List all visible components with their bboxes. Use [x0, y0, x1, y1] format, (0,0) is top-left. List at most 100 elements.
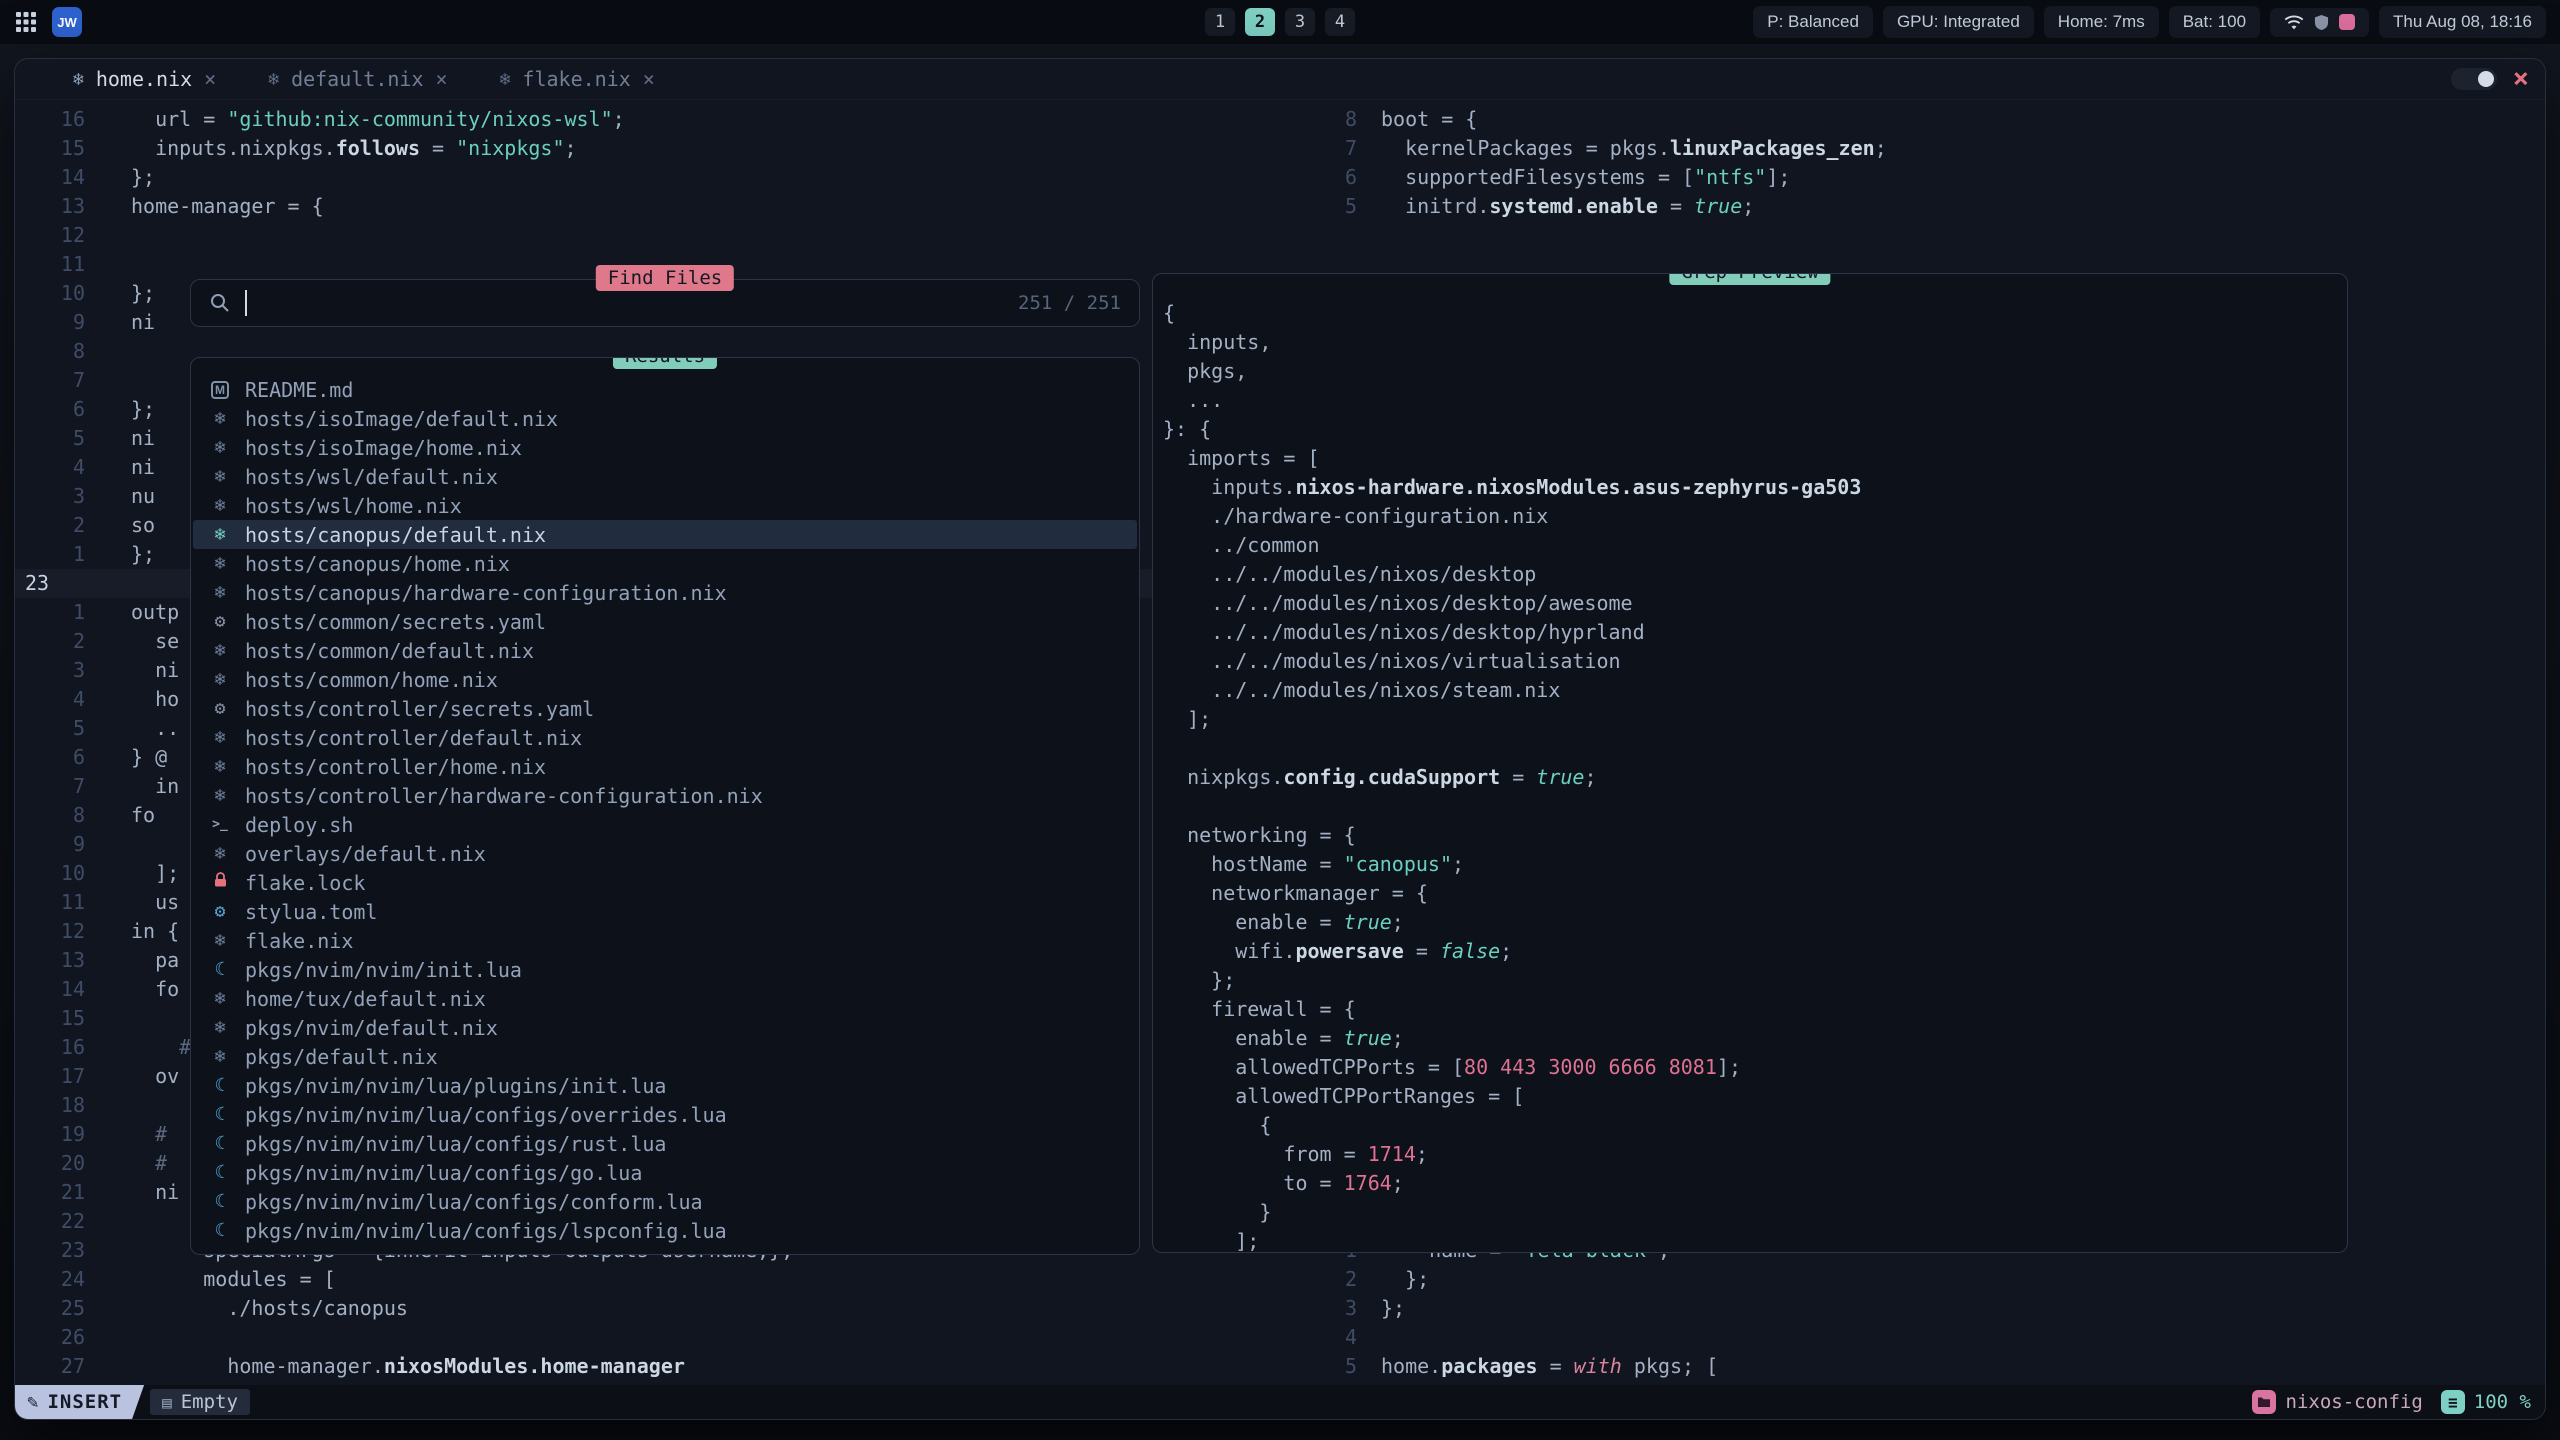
line-number: 16: [15, 105, 85, 134]
tab-home.nix[interactable]: ❄home.nix×: [73, 67, 216, 91]
file-result-row[interactable]: flake.lock: [193, 868, 1137, 897]
line-number: 7: [15, 366, 85, 395]
code-line: 8boot = {: [1315, 105, 2545, 134]
clock[interactable]: Thu Aug 08, 18:16: [2379, 6, 2546, 38]
file-name: overlays/default.nix: [245, 842, 486, 866]
file-result-row[interactable]: MREADME.md: [193, 375, 1137, 404]
lua-icon: ☾: [207, 1187, 233, 1216]
preview-line: inputs.nixos-hardware.nixosModules.asus-…: [1163, 473, 2347, 502]
file-result-row[interactable]: ❄pkgs/default.nix: [193, 1042, 1137, 1071]
line-number: 7: [15, 772, 85, 801]
line-number: 1: [15, 598, 85, 627]
code-line: 25 ./hosts/canopus: [15, 1294, 1315, 1323]
preview-line: from = 1714;: [1163, 1140, 2347, 1169]
line-number: 22: [15, 1207, 85, 1236]
workspace-2[interactable]: 2: [1245, 8, 1275, 36]
file-result-row[interactable]: ❄hosts/controller/default.nix: [193, 723, 1137, 752]
file-result-row[interactable]: ❄hosts/controller/hardware-configuration…: [193, 781, 1137, 810]
tab-flake.nix[interactable]: ❄flake.nix×: [500, 67, 655, 91]
file-result-row[interactable]: ⚙stylua.toml: [193, 897, 1137, 926]
logo-badge[interactable]: JW: [52, 7, 82, 37]
workspace-3[interactable]: 3: [1285, 8, 1315, 36]
line-number: 5: [15, 424, 85, 453]
file-result-row[interactable]: ❄flake.nix: [193, 926, 1137, 955]
preview-line: firewall = {: [1163, 995, 2347, 1024]
transparency-toggle[interactable]: [2451, 68, 2497, 90]
file-name: pkgs/nvim/nvim/lua/configs/overrides.lua: [245, 1103, 727, 1127]
lines-icon: ≡: [2441, 1390, 2465, 1414]
shield-icon: [2314, 14, 2329, 31]
preview-line: ../../modules/nixos/desktop/hyprland: [1163, 618, 2347, 647]
file-result-row[interactable]: ☾pkgs/nvim/nvim/lua/configs/overrides.lu…: [193, 1100, 1137, 1129]
line-number: 4: [15, 685, 85, 714]
apps-grid-icon[interactable]: [14, 10, 38, 34]
line-number: 6: [1315, 163, 1357, 192]
nix-icon: ❄: [207, 1013, 233, 1042]
find-files-prompt[interactable]: Find Files 251 / 251: [190, 279, 1140, 327]
nix-icon: ❄: [207, 1042, 233, 1071]
workspace-4[interactable]: 4: [1325, 8, 1355, 36]
file-result-row[interactable]: ❄hosts/isoImage/default.nix: [193, 404, 1137, 433]
file-result-row[interactable]: ⚙hosts/common/secrets.yaml: [193, 607, 1137, 636]
tray-icons-chip: [2270, 8, 2369, 37]
file-result-row[interactable]: ❄ hosts/canopus/default.nix: [193, 520, 1137, 549]
file-result-row[interactable]: ❄hosts/controller/home.nix: [193, 752, 1137, 781]
line-number: 24: [15, 1265, 85, 1294]
preview-line: ...: [1163, 386, 2347, 415]
preview-line: [1163, 734, 2347, 763]
file-result-row[interactable]: ❄hosts/wsl/home.nix: [193, 491, 1137, 520]
tab-label: flake.nix: [522, 67, 630, 91]
top-bar: JW 1234 P: BalancedGPU: IntegratedHome: …: [0, 0, 2560, 44]
nix-icon: ❄: [73, 69, 84, 90]
line-number: 8: [15, 801, 85, 830]
workspace-1[interactable]: 1: [1205, 8, 1235, 36]
lua-icon: ☾: [207, 1129, 233, 1158]
preview-line: {: [1163, 299, 2347, 328]
preview-line: to = 1764;: [1163, 1169, 2347, 1198]
preview-line: };: [1163, 966, 2347, 995]
status-module-3: Bat: 100: [2169, 6, 2260, 38]
file-result-row[interactable]: ☾pkgs/nvim/nvim/lua/plugins/init.lua: [193, 1071, 1137, 1100]
file-name: hosts/canopus/default.nix: [245, 523, 546, 547]
tab-close-icon[interactable]: ×: [436, 67, 448, 91]
tab-close-icon[interactable]: ×: [643, 67, 655, 91]
file-result-row[interactable]: >_deploy.sh: [193, 810, 1137, 839]
file-result-row[interactable]: ☾pkgs/nvim/nvim/lua/configs/go.lua: [193, 1158, 1137, 1187]
preview-line: ../../modules/nixos/desktop: [1163, 560, 2347, 589]
wifi-icon: [2284, 14, 2304, 31]
status-module-1: GPU: Integrated: [1883, 6, 2034, 38]
line-number: 7: [1315, 134, 1357, 163]
file-result-row[interactable]: ❄overlays/default.nix: [193, 839, 1137, 868]
file-result-row[interactable]: ❄home/tux/default.nix: [193, 984, 1137, 1013]
tab-close-icon[interactable]: ×: [204, 67, 216, 91]
line-number: 6: [15, 743, 85, 772]
file-result-row[interactable]: ❄hosts/common/home.nix: [193, 665, 1137, 694]
file-result-row[interactable]: ☾pkgs/nvim/nvim/lua/configs/rust.lua: [193, 1129, 1137, 1158]
lock-icon: [207, 868, 233, 897]
file-result-row[interactable]: ❄hosts/wsl/default.nix: [193, 462, 1137, 491]
code-line: 4: [1315, 1323, 2545, 1352]
preview-line: networkmanager = {: [1163, 879, 2347, 908]
file-result-row[interactable]: ☾pkgs/nvim/nvim/lua/configs/conform.lua: [193, 1187, 1137, 1216]
file-result-row[interactable]: ❄pkgs/nvim/default.nix: [193, 1013, 1137, 1042]
file-name: hosts/isoImage/default.nix: [245, 407, 558, 431]
file-result-row[interactable]: ⚙hosts/controller/secrets.yaml: [193, 694, 1137, 723]
window-close-button[interactable]: ×: [2513, 65, 2529, 92]
buffer-icon: ▤: [162, 1393, 172, 1412]
nix-icon: ❄: [207, 491, 233, 520]
nix-icon: ❄: [207, 520, 233, 549]
file-result-row[interactable]: ☾pkgs/nvim/nvim/init.lua: [193, 955, 1137, 984]
tab-default.nix[interactable]: ❄default.nix×: [268, 67, 447, 91]
file-name: hosts/controller/hardware-configuration.…: [245, 784, 763, 808]
preview-line: }: {: [1163, 415, 2347, 444]
shell-icon: >_: [207, 817, 233, 832]
file-result-row[interactable]: ❄hosts/isoImage/home.nix: [193, 433, 1137, 462]
file-result-row[interactable]: ☾pkgs/nvim/nvim/lua/configs/lspconfig.lu…: [193, 1216, 1137, 1245]
file-result-row[interactable]: ❄hosts/canopus/hardware-configuration.ni…: [193, 578, 1137, 607]
file-result-row[interactable]: ❄hosts/common/default.nix: [193, 636, 1137, 665]
file-result-row[interactable]: ❄hosts/canopus/home.nix: [193, 549, 1137, 578]
preview-line: wifi.powersave = false;: [1163, 937, 2347, 966]
line-number: 1: [15, 540, 85, 569]
code-line: 16 url = "github:nix-community/nixos-wsl…: [15, 105, 1315, 134]
code-line: 26: [15, 1323, 1315, 1352]
